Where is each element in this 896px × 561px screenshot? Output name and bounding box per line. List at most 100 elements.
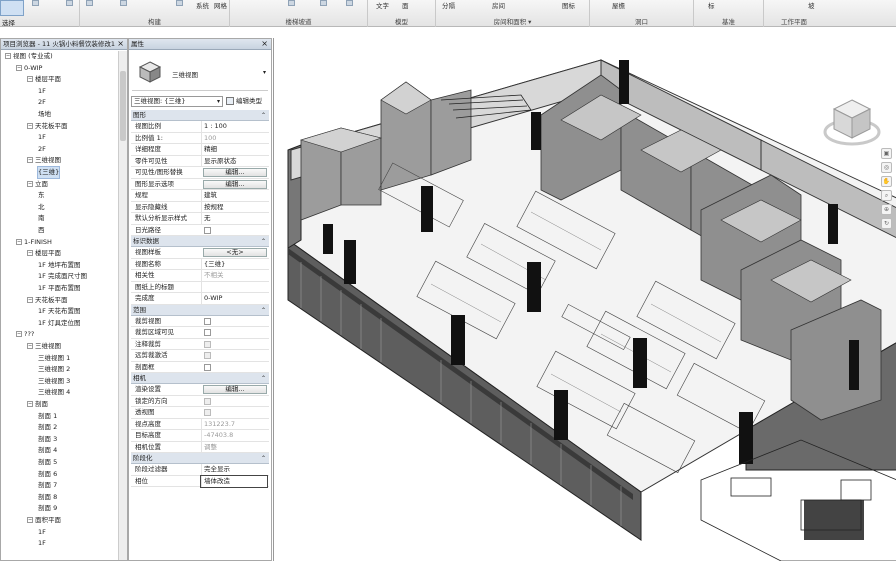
property-group-header[interactable]: 范围 ⌃ bbox=[131, 304, 269, 316]
full-navigation-wheel-icon[interactable]: ▣ bbox=[881, 148, 892, 159]
tree-item[interactable]: 1F 灯具定位图 bbox=[38, 318, 80, 329]
component-icon[interactable] bbox=[120, 0, 127, 6]
property-checkbox[interactable] bbox=[204, 363, 211, 371]
collapse-toggle-icon[interactable]: − bbox=[16, 238, 22, 245]
property-value[interactable]: 精细 bbox=[201, 144, 267, 155]
property-group-header[interactable]: 图形 ⌃ bbox=[131, 110, 269, 121]
property-value[interactable]: 建筑 bbox=[201, 190, 267, 201]
tree-item[interactable]: − 楼层平面 bbox=[27, 248, 61, 259]
edit-type-button[interactable]: 编辑类型 bbox=[226, 96, 262, 107]
property-value[interactable]: 无 bbox=[201, 213, 267, 224]
tree-item[interactable]: 三维视图 2 bbox=[38, 364, 70, 375]
collapse-toggle-icon[interactable]: − bbox=[27, 76, 33, 83]
tree-item[interactable]: − 三维视图 bbox=[27, 341, 61, 352]
zoom-icon[interactable]: ⌕ bbox=[881, 190, 892, 201]
set-button[interactable]: 坡 bbox=[808, 0, 815, 10]
ramp-icon[interactable] bbox=[320, 0, 327, 6]
tree-item[interactable]: 三维视图 3 bbox=[38, 376, 70, 387]
collapse-toggle-icon[interactable]: − bbox=[16, 331, 22, 338]
property-value[interactable]: 墙体改造 bbox=[200, 474, 268, 488]
tree-item[interactable]: 西 bbox=[38, 225, 45, 236]
property-value[interactable]: 完全显示 bbox=[201, 464, 267, 475]
railing-icon[interactable] bbox=[288, 0, 295, 6]
collapse-icon[interactable]: ⌃ bbox=[261, 305, 266, 316]
tree-item[interactable]: 北 bbox=[38, 202, 45, 213]
building-3d-model[interactable] bbox=[274, 38, 896, 561]
tree-item[interactable]: 2F bbox=[38, 97, 46, 108]
type-selector[interactable]: 三维视图 ▾ bbox=[132, 53, 268, 91]
tree-item[interactable]: 剖面 3 bbox=[38, 434, 57, 445]
collapse-toggle-icon[interactable]: − bbox=[27, 343, 33, 349]
property-value[interactable] bbox=[201, 281, 267, 293]
tree-item[interactable]: 1F 平面布置图 bbox=[38, 283, 80, 294]
room-button[interactable]: 房间 bbox=[492, 0, 505, 10]
tree-item[interactable]: − 天花板平面 bbox=[27, 295, 68, 306]
model-line-button[interactable]: 面 bbox=[402, 0, 409, 10]
tree-item[interactable]: − 视图 (专业或) bbox=[5, 51, 53, 62]
property-checkbox[interactable] bbox=[204, 317, 211, 325]
steering-wheel-icon[interactable]: ◎ bbox=[881, 162, 892, 173]
wall-icon[interactable] bbox=[32, 0, 39, 6]
tree-item[interactable]: 1F bbox=[38, 538, 46, 549]
close-icon[interactable]: × bbox=[117, 39, 124, 49]
room-separator-button[interactable]: 分隔 bbox=[442, 0, 455, 10]
tree-item[interactable]: −1-FINISH bbox=[16, 237, 52, 248]
ribbon-button-system[interactable]: 系统 bbox=[196, 0, 209, 10]
collapse-toggle-icon[interactable]: − bbox=[27, 180, 33, 187]
tree-item[interactable]: 剖面 8 bbox=[38, 492, 57, 503]
tree-item[interactable]: 剖面 5 bbox=[38, 457, 57, 468]
tree-item[interactable]: 剖面 1 bbox=[38, 411, 57, 422]
close-icon[interactable]: × bbox=[261, 39, 268, 49]
property-value[interactable]: 1 : 100 bbox=[201, 121, 267, 132]
tree-item[interactable]: 1F 地坪布置图 bbox=[38, 260, 80, 271]
tree-item[interactable]: 三维视图 4 bbox=[38, 387, 70, 398]
tree-item[interactable]: 剖面 7 bbox=[38, 480, 57, 491]
ribbon-button-grid[interactable]: 网格 bbox=[214, 0, 227, 10]
collapse-icon[interactable]: ⌃ bbox=[261, 110, 266, 121]
property-group-header[interactable]: 相机 ⌃ bbox=[131, 373, 269, 384]
property-value[interactable]: 显示原状态 bbox=[201, 155, 267, 167]
orbit-icon[interactable]: ↻ bbox=[881, 218, 892, 229]
tree-item[interactable]: 三维视图 1 bbox=[38, 353, 70, 364]
scrollbar-thumb[interactable] bbox=[120, 71, 126, 141]
model-text-button[interactable]: 文字 bbox=[376, 0, 389, 10]
property-value[interactable]: {三维} bbox=[201, 258, 267, 270]
zoom-region-icon[interactable]: ⊕ bbox=[881, 204, 892, 215]
viewcube-icon[interactable] bbox=[822, 94, 882, 150]
dormer-button[interactable]: 屋檐 bbox=[612, 0, 625, 10]
property-checkbox[interactable] bbox=[204, 226, 211, 234]
tree-item[interactable]: 剖面 9 bbox=[38, 503, 57, 514]
property-value[interactable]: 0-WIP bbox=[201, 293, 267, 304]
pan-icon[interactable]: ✋ bbox=[881, 176, 892, 187]
property-group-header[interactable]: 阶段化 ⌃ bbox=[131, 453, 269, 464]
instance-filter-select[interactable]: 三维视图: {三维} ▾ bbox=[131, 96, 223, 107]
collapse-toggle-icon[interactable]: − bbox=[27, 157, 33, 164]
tree-item[interactable]: − 剖面 bbox=[27, 399, 48, 410]
stair-icon[interactable] bbox=[346, 0, 353, 6]
tree-item[interactable]: −??? bbox=[16, 329, 34, 340]
edit-button[interactable]: 编辑... bbox=[203, 179, 267, 189]
tree-item[interactable]: 剖面 6 bbox=[38, 469, 57, 480]
select-menu[interactable]: 选择 bbox=[2, 17, 15, 27]
tree-item[interactable]: − 楼层平面 bbox=[27, 74, 61, 85]
edit-button[interactable]: 编辑... bbox=[203, 168, 267, 177]
collapse-toggle-icon[interactable]: − bbox=[27, 250, 33, 257]
property-checkbox[interactable] bbox=[204, 329, 211, 336]
tree-item[interactable]: 1F bbox=[38, 132, 46, 143]
tree-item[interactable]: 1F bbox=[38, 527, 46, 538]
property-group-header[interactable]: 标识数据 ⌃ bbox=[131, 236, 269, 247]
tree-item[interactable]: 1F 天花布置图 bbox=[38, 306, 80, 317]
collapse-toggle-icon[interactable]: − bbox=[5, 53, 11, 59]
tree-item[interactable]: 场地 bbox=[38, 109, 51, 120]
tree-item[interactable]: − 面积平面 bbox=[27, 515, 61, 526]
tree-item[interactable]: 东 bbox=[38, 190, 45, 201]
collapse-toggle-icon[interactable]: − bbox=[27, 401, 33, 407]
collapse-toggle-icon[interactable]: − bbox=[16, 64, 22, 71]
tree-item[interactable]: −0-WIP bbox=[16, 63, 42, 74]
collapse-icon[interactable]: ⌃ bbox=[261, 453, 266, 464]
edit-button[interactable]: 编辑... bbox=[203, 385, 267, 394]
property-value[interactable]: 按规程 bbox=[201, 201, 267, 213]
tree-item[interactable]: 剖面 4 bbox=[38, 445, 57, 456]
collapse-toggle-icon[interactable]: − bbox=[27, 122, 33, 129]
tree-item[interactable]: 1F 完成面尺寸图 bbox=[38, 271, 87, 282]
